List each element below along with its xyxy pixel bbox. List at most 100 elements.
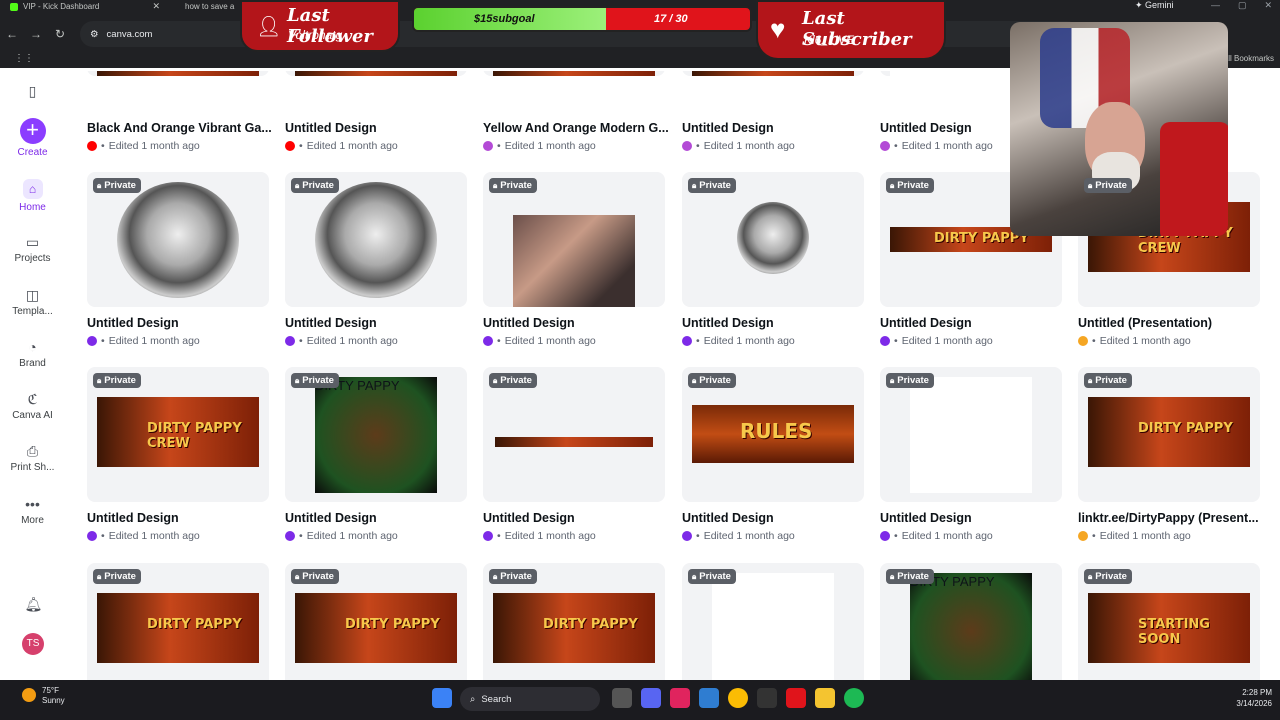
edited-text: Edited 1 month ago <box>703 530 795 542</box>
clock[interactable]: 2:28 PM 3/14/2026 <box>1236 687 1272 709</box>
back-icon[interactable]: ← <box>0 27 24 41</box>
xsplit-icon[interactable] <box>786 688 806 708</box>
apps-icon[interactable]: ⋮⋮ <box>14 53 34 64</box>
design-thumbnail[interactable] <box>682 71 864 76</box>
design-thumbnail[interactable]: 🔒︎ Private DIRTY PAPPY <box>1078 367 1260 502</box>
design-title[interactable]: linktr.ee/DirtyPappy (Present... <box>1078 511 1263 525</box>
app-icon[interactable] <box>699 688 719 708</box>
heart-icon: ♥ <box>770 14 786 44</box>
tab-google-search[interactable]: how to save a <box>170 0 240 13</box>
sidebar-item-create[interactable]: + Create <box>9 118 56 159</box>
edited-text: Edited 1 month ago <box>1099 335 1191 347</box>
tab-kick-dashboard[interactable]: VIP - Kick Dashboard ✕ <box>0 0 170 13</box>
private-label: Private <box>302 375 334 386</box>
doc-icon <box>87 336 97 346</box>
file-explorer-icon[interactable] <box>815 688 835 708</box>
windows-start-icon[interactable] <box>432 688 452 708</box>
design-title[interactable]: Untitled Design <box>87 316 272 330</box>
design-title[interactable]: Untitled Design <box>682 316 867 330</box>
private-badge: 🔒︎ Private <box>1084 178 1132 193</box>
private-badge: 🔒︎ Private <box>489 569 537 584</box>
design-title[interactable]: Untitled Design <box>682 121 867 135</box>
close-icon[interactable]: ✕ <box>152 1 160 12</box>
taskbar-search[interactable]: ⌕ Search <box>460 687 600 711</box>
design-title[interactable]: Untitled Design <box>285 511 470 525</box>
design-title[interactable]: Untitled Design <box>483 511 668 525</box>
design-thumbnail[interactable]: 🔒︎ Private RULES <box>682 367 864 502</box>
doc-icon <box>880 336 890 346</box>
design-thumbnail[interactable]: 🔒︎Private DIRTY PAPPY CREW <box>87 367 269 502</box>
design-title[interactable]: Yellow And Orange Modern G... <box>483 121 668 135</box>
design-art-text: DIRTY PAPPY <box>147 617 242 632</box>
forward-icon[interactable]: → <box>24 27 48 41</box>
design-title[interactable]: Untitled Design <box>682 511 867 525</box>
sidebar-toggle[interactable]: ▯ <box>9 83 56 102</box>
coin-art <box>737 202 809 274</box>
private-label: Private <box>699 571 731 582</box>
design-thumbnail[interactable]: 🔒︎ Private DIRTY PAPPY <box>880 563 1062 680</box>
reload-icon[interactable]: ↻ <box>48 27 72 41</box>
site-info-icon[interactable]: ⚙ <box>90 29 99 40</box>
all-bookmarks-link[interactable]: All Bookmarks <box>1223 54 1274 63</box>
design-art-text: DIRTY PAPPY <box>543 617 638 632</box>
maps-icon[interactable] <box>670 688 690 708</box>
design-thumbnail[interactable]: 🔒︎ Private DIRTY PAPPY <box>285 367 467 502</box>
chrome-icon[interactable] <box>728 688 748 708</box>
gemini-button[interactable]: ✦ Gemini <box>1135 0 1174 11</box>
design-thumbnail[interactable]: 🔒︎ Private <box>483 367 665 502</box>
design-thumbnail[interactable] <box>285 71 467 76</box>
design-thumbnail[interactable]: 🔒︎ Private DIRTY PAPPY <box>87 563 269 680</box>
design-thumbnail[interactable] <box>87 71 269 76</box>
sidebar-item-more[interactable]: ••• More <box>9 496 56 526</box>
design-title[interactable]: Untitled Design <box>285 121 470 135</box>
meta-separator: • <box>1092 335 1096 347</box>
youtube-icon <box>285 141 295 151</box>
design-thumbnail[interactable] <box>483 71 665 76</box>
task-view-icon[interactable] <box>612 688 632 708</box>
discord-icon[interactable] <box>641 688 661 708</box>
photo-art <box>513 215 635 307</box>
minimize-icon[interactable]: — <box>1211 0 1220 11</box>
doc-icon <box>483 336 493 346</box>
notifications-button[interactable]: 🔔︎ <box>9 596 56 615</box>
design-thumbnail[interactable]: 🔒︎ Private DIRTY PAPPY <box>285 563 467 680</box>
sidebar-item-print-shop[interactable]: ⎙ Print Sh... <box>9 443 56 473</box>
sidebar-item-brand[interactable]: ◔ Brand <box>9 339 56 369</box>
capcut-icon[interactable] <box>757 688 777 708</box>
private-label: Private <box>1095 571 1127 582</box>
design-thumbnail[interactable]: 🔒︎ Private <box>682 563 864 680</box>
sidebar-item-label: Canva AI <box>12 410 53 421</box>
design-title[interactable]: Untitled Design <box>483 316 668 330</box>
sidebar-item-projects[interactable]: ▭ Projects <box>9 234 56 264</box>
design-thumbnail[interactable]: 🔒︎ Private <box>285 172 467 307</box>
meta-separator: • <box>101 530 105 542</box>
lock-icon: 🔒︎ <box>890 375 895 385</box>
design-title[interactable]: Untitled Design <box>285 316 470 330</box>
spotify-icon[interactable] <box>844 688 864 708</box>
design-thumbnail[interactable]: 🔒︎ Private <box>483 172 665 307</box>
design-thumbnail[interactable]: 🔒︎ Private <box>682 172 864 307</box>
design-thumbnail[interactable]: 🔒︎ Private <box>87 172 269 307</box>
design-title[interactable]: Black And Orange Vibrant Ga... <box>87 121 272 135</box>
design-thumbnail[interactable]: 🔒︎ Private <box>880 367 1062 502</box>
meta-separator: • <box>299 335 303 347</box>
sidebar-item-home[interactable]: ⌂ Home <box>9 179 56 213</box>
banner-art <box>97 71 259 76</box>
weather-text: Sunny <box>42 696 65 705</box>
design-thumbnail[interactable]: 🔒︎ Private DIRTY PAPPY <box>483 563 665 680</box>
close-window-icon[interactable]: ✕ <box>1264 0 1272 11</box>
design-thumbnail[interactable]: 🔒︎ Private STARTING SOON <box>1078 563 1260 680</box>
design-art-text: RULES <box>740 419 813 443</box>
maximize-icon[interactable]: ▢ <box>1238 0 1247 11</box>
sidebar-item-templates[interactable]: ◫ Templa... <box>9 287 56 317</box>
design-title[interactable]: Untitled Design <box>880 316 1065 330</box>
design-title[interactable]: Untitled Design <box>87 511 272 525</box>
sidebar-item-canva-ai[interactable]: ℭ Canva AI <box>9 391 56 421</box>
design-title[interactable]: Untitled Design <box>880 511 1065 525</box>
meta-separator: • <box>894 530 898 542</box>
avatar[interactable]: TS <box>22 633 44 655</box>
private-label: Private <box>1095 180 1127 191</box>
pres-icon <box>1078 531 1088 541</box>
meta-separator: • <box>497 335 501 347</box>
design-title[interactable]: Untitled (Presentation) <box>1078 316 1263 330</box>
